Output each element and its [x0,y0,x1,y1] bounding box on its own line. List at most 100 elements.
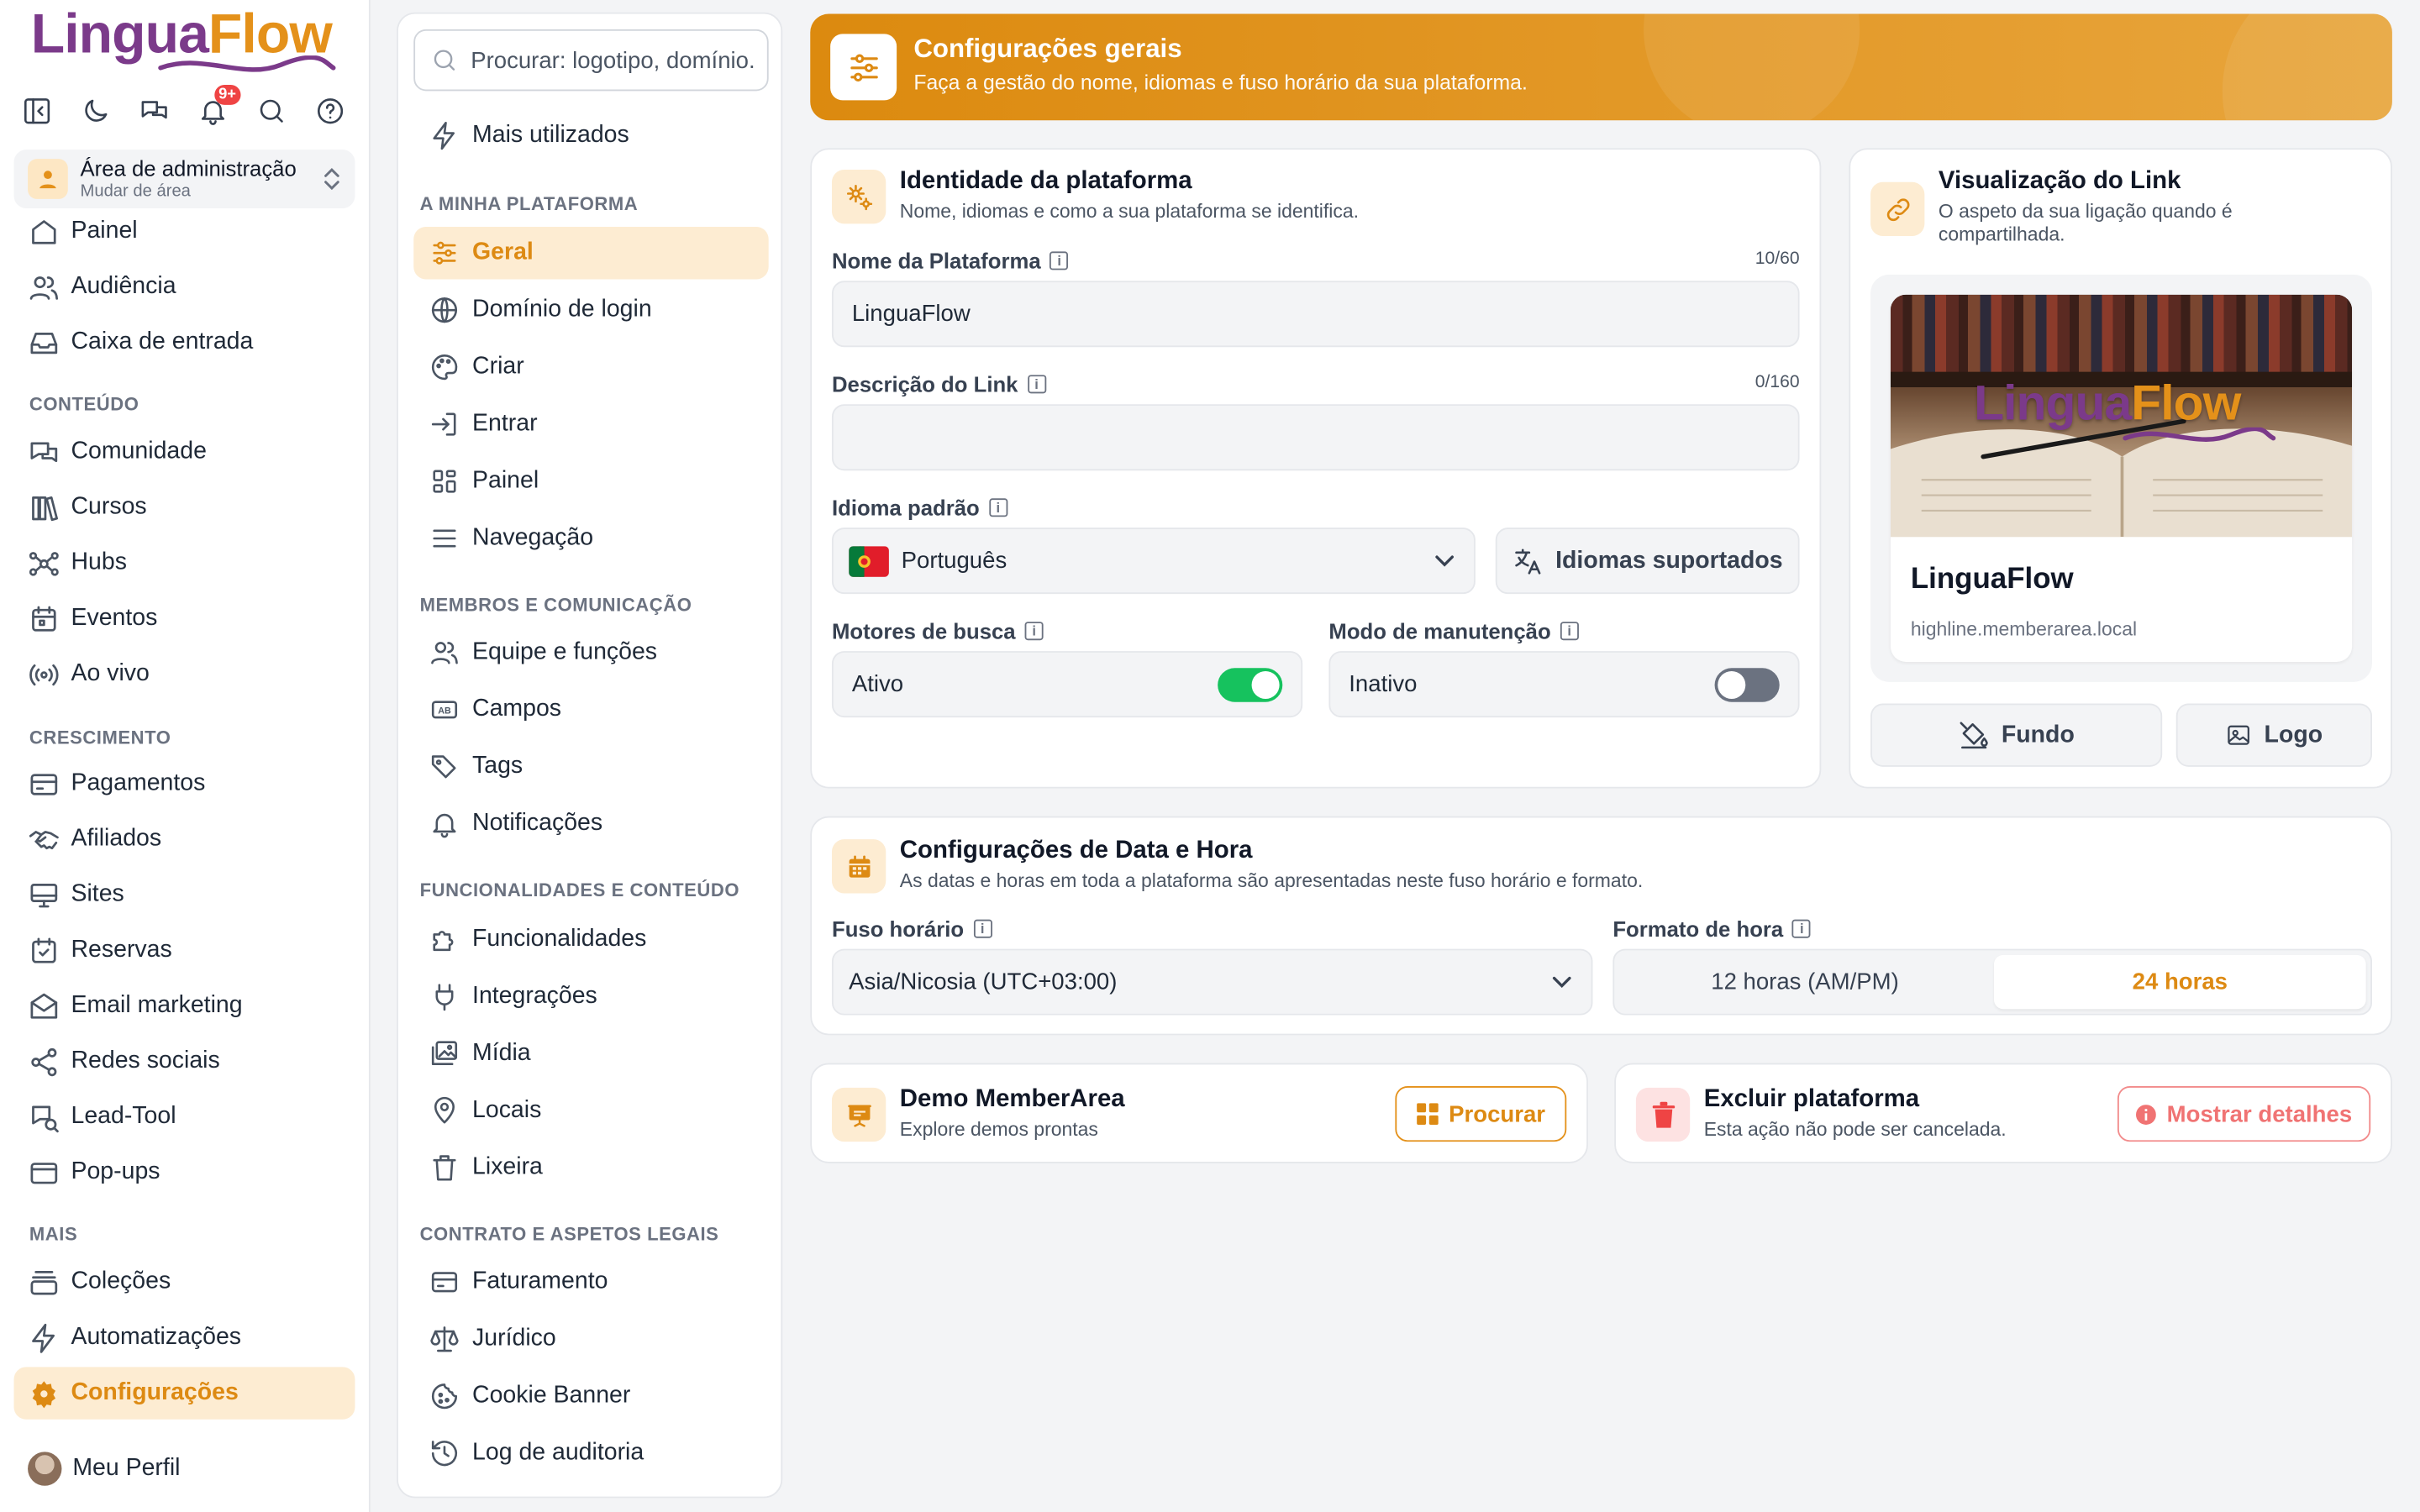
scale-icon [430,1326,459,1352]
settings-item-label: Navegação [472,524,594,551]
settings-item-locais[interactable]: Locais [413,1084,768,1137]
sidebar-item-caixa-de-entrada[interactable]: Caixa de entrada [14,317,355,369]
settings-item-cookie-banner[interactable]: Cookie Banner [413,1370,768,1422]
maintenance-mode-toggle[interactable] [1714,668,1780,702]
platform-name-value: LinguaFlow [851,301,971,328]
show-details-button[interactable]: Mostrar detalhes [2117,1086,2371,1142]
sidebar-item-sites[interactable]: Sites [14,869,355,921]
sidebar-item-label: Reservas [71,936,172,963]
home-icon [32,219,56,244]
popup-window-icon [30,1162,58,1184]
paint-bucket-icon [1960,721,1988,748]
link-preview-subtitle: O aspeto da sua ligação quando é compart… [1938,200,2233,246]
page-subtitle: Faça a gestão do nome, idiomas e fuso ho… [913,71,1528,95]
settings-section-contrato: CONTRATO E ASPETOS LEGAIS [419,1223,719,1246]
plug-icon [435,984,454,1011]
notifications-bell-icon[interactable]: 9+ [197,85,241,127]
info-icon[interactable]: i [988,498,1007,517]
sidebar-item-eventos[interactable]: Eventos [14,592,355,644]
time-format-24h-label: 24 horas [2132,969,2228,995]
sidebar-item-pop-ups[interactable]: Pop-ups [14,1147,355,1199]
sidebar-item-lead-tool[interactable]: Lead-Tool [14,1091,355,1143]
settings-item-mais-utilizados[interactable]: Mais utilizados [413,109,768,161]
settings-item-entrar[interactable]: Entrar [413,398,768,450]
help-icon[interactable] [315,96,346,127]
sidebar-item-painel[interactable]: Painel [14,205,355,257]
link-description-input[interactable] [831,404,1800,471]
info-circle-icon [2135,1104,2156,1125]
chat-icon[interactable] [139,96,170,127]
settings-item-equipe[interactable]: Equipe e funções [413,627,768,679]
preview-card: LinguaFlow LinguaFlow highline.memberare… [1890,294,2353,662]
settings-item-integracoes[interactable]: Integrações [413,970,768,1022]
link-description-label-text: Descrição do Link [831,371,1018,397]
sidebar-item-label: Meu Perfil [72,1455,181,1482]
search-engines-toggle[interactable] [1218,668,1283,702]
settings-item-faturamento[interactable]: Faturamento [413,1256,768,1308]
show-details-label: Mostrar detalhes [2166,1100,2353,1127]
settings-item-notificacoes[interactable]: Notificações [413,798,768,850]
preview-frame: LinguaFlow LinguaFlow highline.memberare… [1870,274,2373,682]
page-header-banner: Configurações gerais Faça a gestão do no… [810,13,2392,121]
puzzle-icon [433,931,454,952]
settings-item-navegacao[interactable]: Navegação [413,512,768,564]
sidebar-item-configuracoes[interactable]: Configurações [13,1367,355,1420]
chevron-down-icon [1552,976,1571,988]
time-format-label: Formato de hora i [1612,916,1812,941]
info-icon[interactable]: i [1050,251,1069,270]
settings-item-log-de-auditoria[interactable]: Log de auditoria [413,1427,768,1479]
sidebar-item-redes-sociais[interactable]: Redes sociais [14,1035,355,1087]
info-icon[interactable]: i [1792,919,1812,938]
timezone-label-text: Fuso horário [831,916,965,942]
info-icon[interactable]: i [973,919,992,938]
default-language-select[interactable]: Português [831,528,1476,595]
inbox-icon [30,332,58,354]
sidebar-item-email-marketing[interactable]: Email marketing [14,979,355,1032]
settings-search-input[interactable] [471,47,756,74]
timezone-select[interactable]: Asia/Nicosia (UTC+03:00) [831,948,1593,1016]
globe-icon [431,297,458,323]
sidebar-item-audiencia[interactable]: Audiência [14,260,355,312]
search-icon[interactable] [256,96,287,127]
time-format-12h[interactable]: 12 horas (AM/PM) [1619,955,1991,1009]
settings-item-lixeira[interactable]: Lixeira [413,1142,768,1194]
link-description-label: Descrição do Link i [832,372,1046,396]
collapse-sidebar-icon[interactable] [22,96,53,127]
settings-item-label: Locais [472,1096,542,1124]
settings-item-label: Geral [472,239,534,265]
info-icon[interactable]: i [1027,375,1046,394]
settings-item-midia[interactable]: Mídia [413,1027,768,1079]
settings-item-campos[interactable]: AB Campos [413,684,768,736]
info-icon[interactable]: i [1560,622,1579,641]
maintenance-mode-label: Modo de manutenção i [1328,619,1579,643]
platform-name-input[interactable]: LinguaFlow [831,281,1800,348]
info-icon[interactable]: i [1024,622,1044,641]
background-button[interactable]: Fundo [1870,703,2163,767]
sidebar-item-pagamentos[interactable]: Pagamentos [14,758,355,810]
sidebar-item-meu-perfil[interactable]: Meu Perfil [14,1442,355,1494]
supported-languages-button[interactable]: Idiomas suportados [1495,528,1800,595]
settings-search[interactable] [413,29,769,92]
sidebar-item-afiliados[interactable]: Afiliados [14,813,355,865]
sidebar-item-reservas[interactable]: Reservas [14,924,355,976]
settings-item-funcionalidades[interactable]: Funcionalidades [413,913,768,965]
users-icon [431,642,458,664]
dark-mode-icon[interactable] [81,96,112,127]
logo-button[interactable]: Logo [2175,703,2373,767]
sidebar-item-colecoes[interactable]: Coleções [14,1256,355,1308]
sidebar-item-comunidade[interactable]: Comunidade [14,426,355,478]
settings-item-dominio-de-login[interactable]: Domínio de login [413,284,768,336]
area-switcher[interactable]: Área de administração Mudar de área [13,150,355,208]
settings-item-painel[interactable]: Painel [413,455,768,507]
browse-demos-button[interactable]: Procurar [1395,1086,1567,1142]
history-icon [431,1441,457,1467]
sidebar-item-cursos[interactable]: Cursos [14,481,355,533]
sidebar-item-hubs[interactable]: Hubs [14,537,355,589]
settings-item-geral[interactable]: Geral [413,226,769,280]
settings-item-criar[interactable]: Criar [413,341,768,393]
settings-item-juridico[interactable]: Jurídico [413,1313,768,1365]
sidebar-item-ao-vivo[interactable]: Ao vivo [14,648,355,700]
settings-item-tags[interactable]: Tags [413,741,768,793]
sidebar-item-automatizacoes[interactable]: Automatizações [14,1311,355,1363]
time-format-24h[interactable]: 24 horas [1994,954,2366,1010]
